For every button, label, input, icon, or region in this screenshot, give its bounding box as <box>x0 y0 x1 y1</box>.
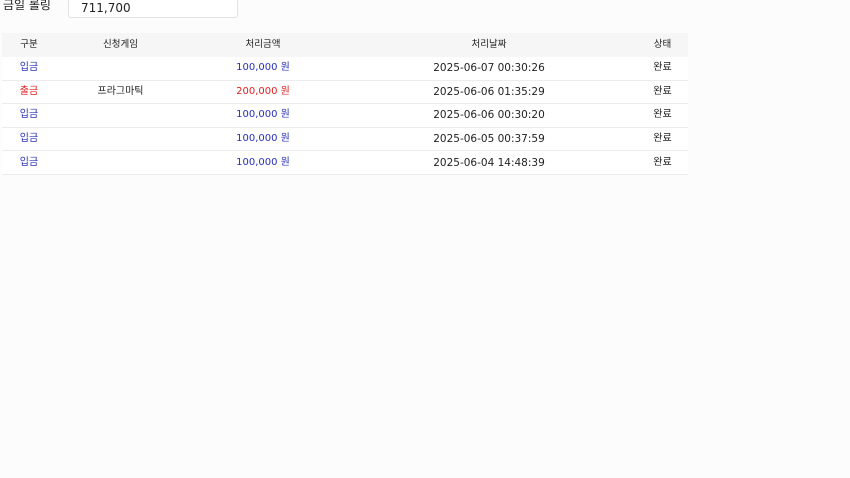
row-amount: 200,000 원 <box>236 85 290 97</box>
row-type: 입금 <box>19 156 39 168</box>
row-date: 2025-06-06 00:30:20 <box>433 109 545 122</box>
row-type: 입금 <box>19 62 39 74</box>
table-row: 입금 100,000 원 2025-06-06 00:30:20 완료 <box>2 104 688 128</box>
row-status: 완료 <box>653 85 672 97</box>
rolling-value: 711,700 <box>81 1 131 15</box>
row-type: 입금 <box>19 109 39 121</box>
header-game: 신청게임 <box>103 39 138 50</box>
header-status: 상태 <box>653 39 672 50</box>
table-row: 입금 100,000 원 2025-06-04 14:48:39 완료 <box>2 151 688 175</box>
header-type: 구분 <box>20 39 38 50</box>
row-amount: 100,000 원 <box>236 109 290 121</box>
row-date: 2025-06-05 00:37:59 <box>433 133 545 146</box>
rolling-label: 금일 롤링 <box>3 0 51 12</box>
header-amount: 처리금액 <box>245 39 281 50</box>
table-row: 입금 100,000 원 2025-06-05 00:37:59 완료 <box>2 127 688 152</box>
row-type: 출금 <box>19 85 39 97</box>
transaction-table: 구분 신청게임 처리금액 처리날짜 상태 입금 100,000 원 2025-0… <box>2 33 688 175</box>
header-date: 처리날짜 <box>471 39 507 50</box>
rolling-value-box: 711,700 <box>68 0 238 18</box>
rolling-summary: 금일 롤링 711,700 <box>0 0 240 18</box>
row-date: 2025-06-07 00:30:26 <box>433 62 545 75</box>
row-amount: 100,000 원 <box>236 156 290 168</box>
row-status: 완료 <box>653 62 672 74</box>
row-status: 완료 <box>653 133 672 145</box>
row-amount: 100,000 원 <box>236 62 290 74</box>
row-date: 2025-06-06 01:35:29 <box>433 85 545 98</box>
row-date: 2025-06-04 14:48:39 <box>433 156 545 169</box>
row-status: 완료 <box>653 156 672 168</box>
row-status: 완료 <box>653 109 672 121</box>
row-type: 입금 <box>19 133 39 145</box>
table-row: 출금 프라그마틱 200,000 원 2025-06-06 01:35:29 완… <box>2 80 688 105</box>
table-header: 구분 신청게임 처리금액 처리날짜 상태 <box>2 33 688 57</box>
row-amount: 100,000 원 <box>236 133 290 145</box>
table-row: 입금 100,000 원 2025-06-07 00:30:26 완료 <box>2 57 688 81</box>
row-game: 프라그마틱 <box>97 85 144 97</box>
page: 금일 롤링 711,700 구분 신청게임 처리금액 처리날짜 상태 입금 10… <box>0 0 850 478</box>
